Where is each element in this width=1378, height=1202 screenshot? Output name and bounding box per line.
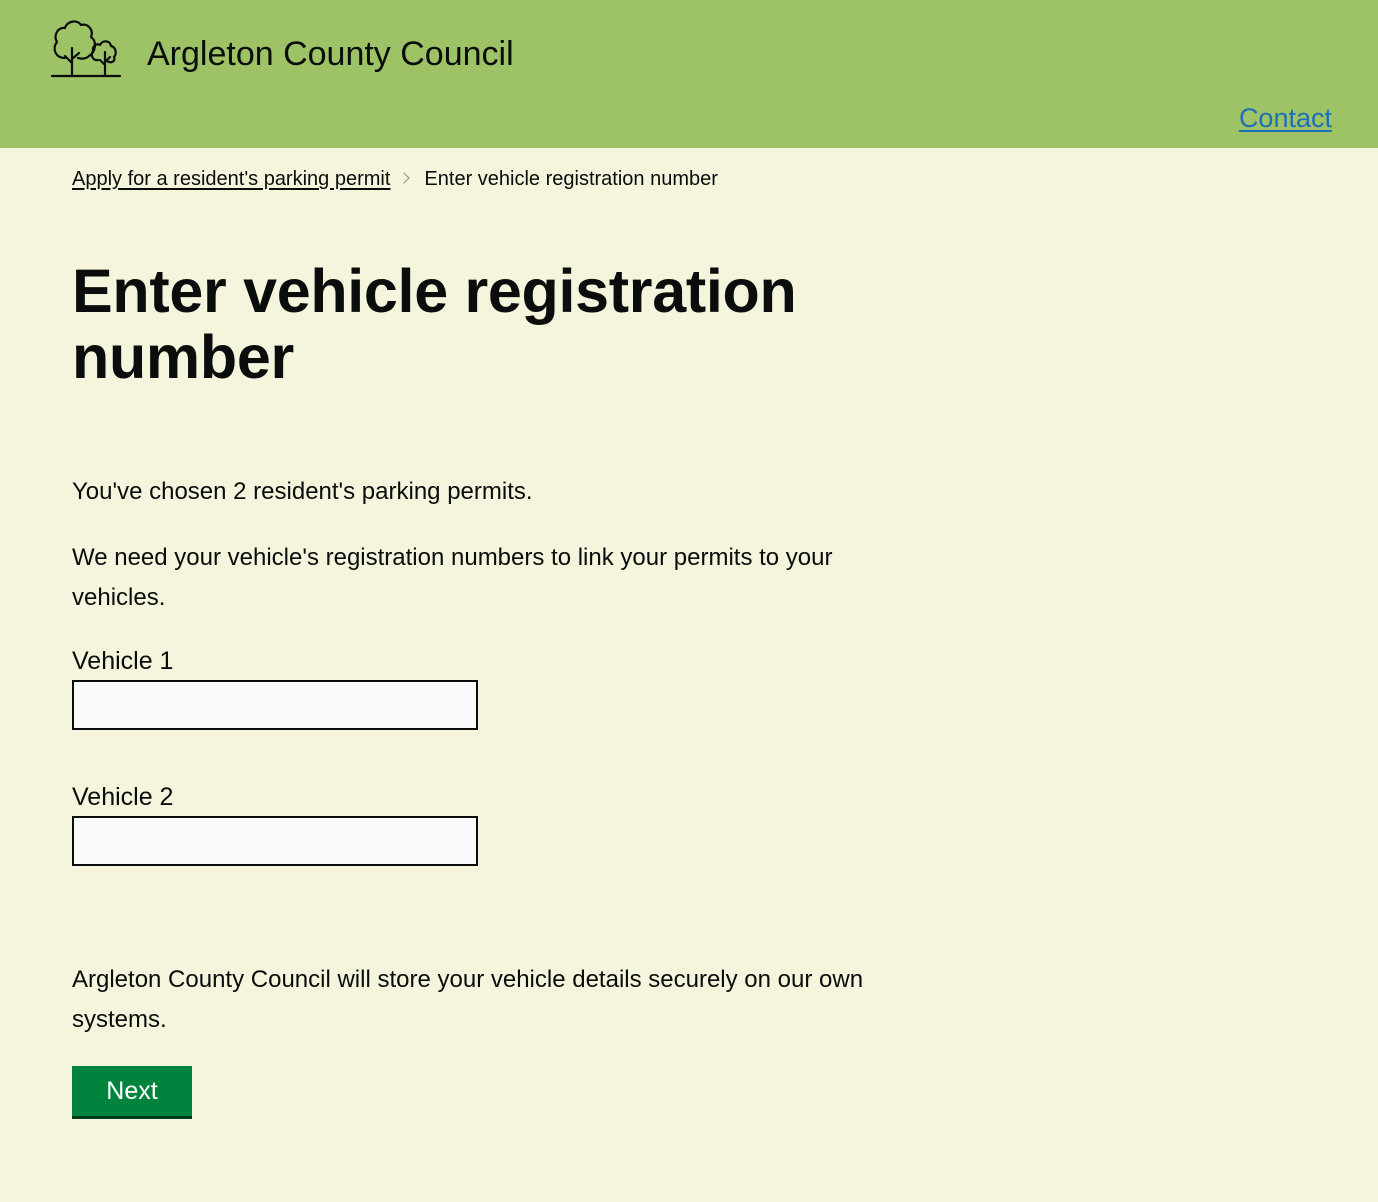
- breadcrumb-link-apply-permit[interactable]: Apply for a resident's parking permit: [72, 165, 390, 193]
- next-button[interactable]: Next: [72, 1066, 192, 1119]
- site-name: Argleton County Council: [147, 35, 514, 73]
- site-header: Argleton County Council Contact: [0, 0, 1378, 148]
- intro-text: You've chosen 2 resident's parking permi…: [72, 478, 533, 505]
- vehicle-2-label: Vehicle 2: [72, 783, 174, 811]
- page-title: Enter vehicle registration number: [72, 257, 797, 391]
- vehicle-1-registration-input[interactable]: [72, 680, 478, 730]
- chevron-right-icon: [390, 165, 424, 193]
- explanation-text: We need your vehicle's registration numb…: [72, 544, 833, 611]
- trees-logo-icon: [50, 20, 122, 78]
- storage-notice: Argleton County Council will store your …: [72, 966, 864, 1033]
- contact-link[interactable]: Contact: [1239, 101, 1332, 135]
- vehicle-1-label: Vehicle 1: [72, 647, 174, 675]
- vehicle-2-registration-input[interactable]: [72, 816, 478, 866]
- breadcrumb-current-page: Enter vehicle registration number: [424, 168, 718, 190]
- breadcrumb: Apply for a resident's parking permit En…: [72, 165, 718, 193]
